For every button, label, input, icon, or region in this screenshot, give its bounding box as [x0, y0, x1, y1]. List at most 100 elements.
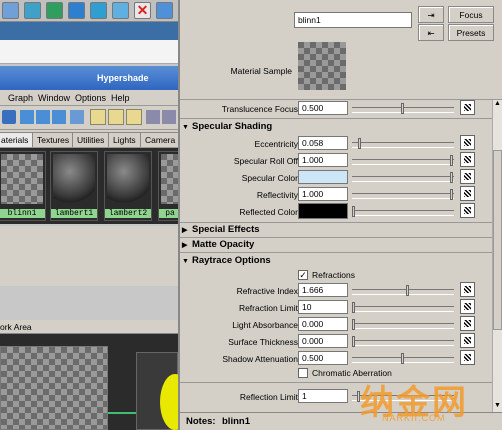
swatch-label: lambert2 [105, 209, 151, 218]
specular-color-swatch[interactable] [298, 170, 348, 184]
shelf-tool-icon[interactable] [2, 2, 19, 19]
shelf-tool-icon[interactable] [68, 2, 85, 19]
swatch-lambert1[interactable]: lambert1 [50, 151, 98, 221]
scroll-up-icon[interactable]: ▲ [493, 100, 502, 110]
expand-arrow-icon: ▼ [182, 258, 189, 265]
translucence-focus-slider[interactable] [352, 103, 454, 114]
tab-materials[interactable]: aterials [0, 132, 34, 147]
tool-icon[interactable] [146, 110, 160, 124]
slider-knob[interactable] [358, 138, 361, 149]
map-button-icon[interactable] [460, 100, 475, 115]
slider-knob[interactable] [352, 302, 355, 313]
chromatic-aberration-checkbox[interactable] [298, 368, 308, 378]
light-absorbance-field[interactable] [298, 317, 348, 331]
reflection-limit-field[interactable] [298, 389, 348, 403]
map-button-icon[interactable] [460, 186, 475, 201]
map-button-icon[interactable] [460, 135, 475, 150]
layout-icon[interactable] [90, 109, 106, 125]
slider-knob[interactable] [352, 319, 355, 330]
slider-knob[interactable] [352, 206, 355, 217]
slider-knob[interactable] [450, 189, 453, 200]
scrollbar-thumb[interactable] [493, 150, 502, 330]
vertical-scrollbar[interactable]: ▲ ▼ [492, 100, 502, 412]
shadow-attenuation-field[interactable] [298, 351, 348, 365]
section-raytrace-options[interactable]: ▼ Raytrace Options [182, 255, 500, 269]
tab-lights[interactable]: Lights [108, 132, 141, 147]
notes-label: Notes: [186, 416, 216, 427]
shadow-attenuation-slider[interactable] [352, 353, 454, 364]
menu-options[interactable]: Options [75, 93, 106, 103]
reflection-limit-label: Reflection Limit [239, 392, 298, 402]
reflected-color-swatch[interactable] [298, 203, 348, 219]
swatch-pa[interactable]: pa [158, 151, 178, 221]
surface-thickness-slider[interactable] [352, 336, 454, 347]
reflected-color-slider[interactable] [352, 206, 454, 217]
reflectivity-field[interactable] [298, 187, 348, 201]
focus-button[interactable]: Focus [448, 6, 494, 23]
section-special-effects[interactable]: ▶ Special Effects [182, 224, 500, 238]
shader-name-field[interactable] [294, 12, 412, 28]
map-button-icon[interactable] [460, 333, 475, 348]
shelf-tool-icon[interactable] [46, 2, 63, 19]
tab-utilities[interactable]: Utilities [72, 132, 110, 147]
section-matte-opacity[interactable]: ▶ Matte Opacity [182, 239, 500, 253]
shelf-tool-icon[interactable] [156, 2, 173, 19]
layout-icon[interactable] [126, 109, 142, 125]
shelf-tool-icon[interactable] [112, 2, 129, 19]
shelf-tool-icon[interactable] [24, 2, 41, 19]
menu-help[interactable]: Help [111, 93, 130, 103]
specular-roll-off-slider[interactable] [352, 155, 454, 166]
menu-window[interactable]: Window [38, 93, 70, 103]
tool-icon[interactable] [36, 110, 50, 124]
tab-textures[interactable]: Textures [32, 132, 75, 147]
presets-button[interactable]: Presets [448, 24, 494, 41]
focus-arrow-icon[interactable]: ⇥ [418, 6, 444, 23]
work-area-graph[interactable] [0, 334, 178, 430]
graph-icon[interactable] [2, 110, 16, 124]
slider-knob[interactable] [450, 155, 453, 166]
map-button-icon[interactable] [460, 299, 475, 314]
refractions-checkbox[interactable]: ✓ [298, 270, 308, 280]
layout-icon[interactable] [108, 109, 124, 125]
refraction-limit-field[interactable] [298, 300, 348, 314]
swatch-blinn1[interactable]: blinn1 [0, 151, 46, 221]
slider-knob[interactable] [401, 353, 404, 364]
collapse-arrow-icon: ▶ [182, 242, 188, 249]
shelf-tool-icon[interactable] [90, 2, 107, 19]
tab-camera[interactable]: Camera [140, 132, 178, 147]
refractive-index-field[interactable] [298, 283, 348, 297]
section-specular-shading[interactable]: ▼ Specular Shading [182, 121, 500, 135]
reflectivity-slider[interactable] [352, 189, 454, 200]
map-button-icon[interactable] [460, 203, 475, 218]
map-button-icon[interactable] [460, 350, 475, 365]
presets-arrow-icon[interactable]: ⇤ [418, 24, 444, 41]
refractive-index-slider[interactable] [352, 285, 454, 296]
eccentricity-field[interactable] [298, 136, 348, 150]
translucence-focus-field[interactable] [298, 101, 348, 115]
map-button-icon[interactable] [460, 316, 475, 331]
refraction-limit-slider[interactable] [352, 302, 454, 313]
map-button-icon[interactable] [460, 152, 475, 167]
map-button-icon[interactable] [460, 169, 475, 184]
refractions-label: Refractions [312, 270, 355, 280]
eccentricity-slider[interactable] [352, 138, 454, 149]
slider-knob[interactable] [450, 172, 453, 183]
map-button-icon[interactable] [460, 282, 475, 297]
specular-roll-off-field[interactable] [298, 153, 348, 167]
delete-icon[interactable]: ✕ [134, 2, 151, 19]
light-absorbance-slider[interactable] [352, 319, 454, 330]
blinn-node-swatch[interactable] [0, 346, 108, 430]
slider-knob[interactable] [401, 103, 404, 114]
surface-thickness-field[interactable] [298, 334, 348, 348]
swatch-lambert2[interactable]: lambert2 [104, 151, 152, 221]
work-area-tab[interactable]: ork Area [0, 320, 178, 334]
material-sample-swatch[interactable] [298, 42, 346, 90]
specular-color-slider[interactable] [352, 172, 454, 183]
tool-icon[interactable] [20, 110, 34, 124]
slider-knob[interactable] [406, 285, 409, 296]
tool-icon[interactable] [162, 110, 176, 124]
menu-graph[interactable]: Graph [8, 93, 33, 103]
tool-icon[interactable] [52, 110, 66, 124]
slider-knob[interactable] [352, 336, 355, 347]
tool-icon[interactable] [70, 110, 84, 124]
